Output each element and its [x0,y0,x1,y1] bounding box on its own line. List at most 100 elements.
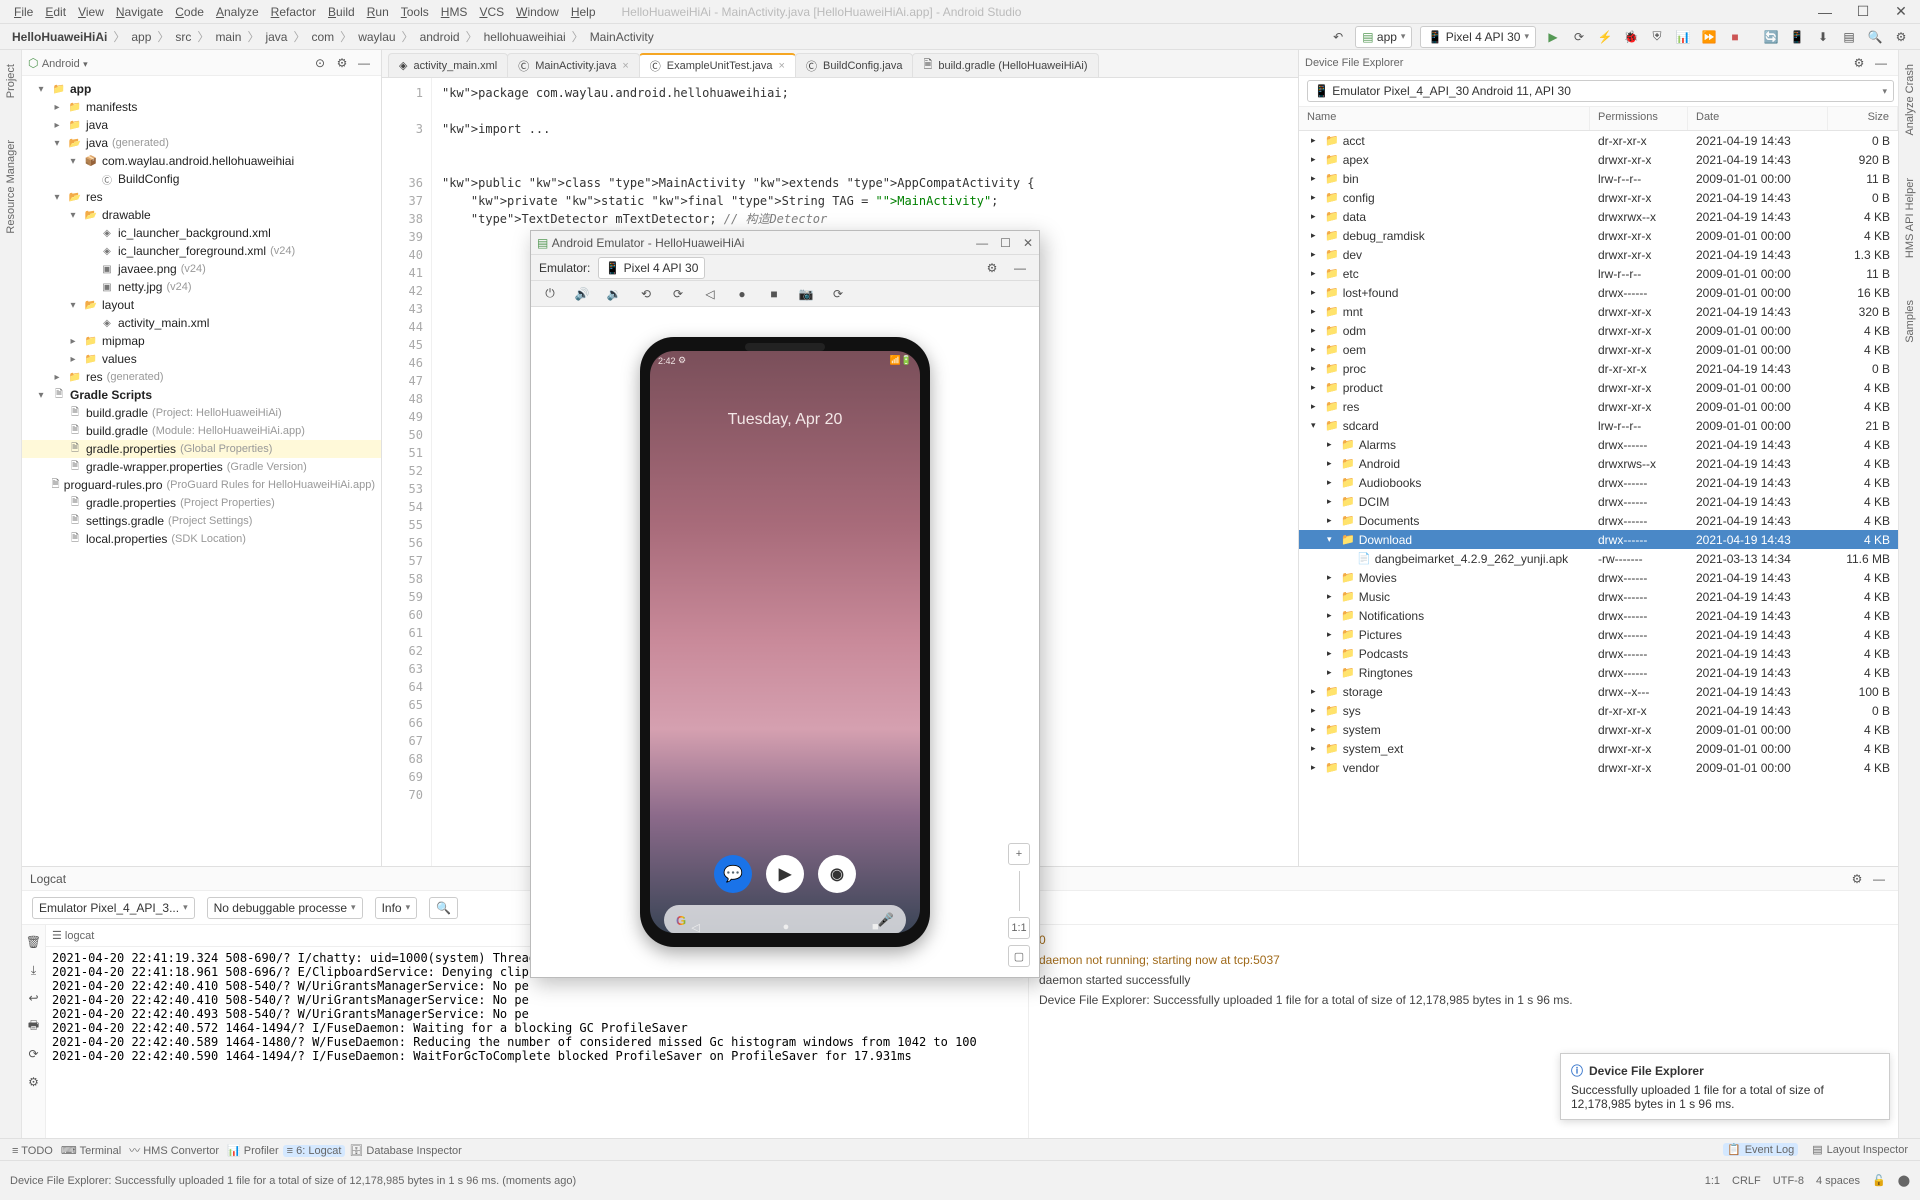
logcat-level-selector[interactable]: Info▾ [375,897,418,919]
logcat-scroll-end-icon[interactable]: ⤓ [23,959,45,981]
menu-hms[interactable]: HMS [435,5,474,19]
file-expand-icon[interactable]: ▸ [1327,591,1337,602]
project-gear-icon[interactable]: ⚙ [331,52,353,74]
file-row[interactable]: ▸📁datadrwxrwx--x2021-04-19 14:434 KB [1299,207,1898,226]
file-row[interactable]: ▸📁Documentsdrwx------2021-04-19 14:434 K… [1299,511,1898,530]
tree-node[interactable]: 🗎build.gradle(Project: HelloHuaweiHiAi) [22,404,381,422]
file-expand-icon[interactable]: ▸ [1311,287,1321,298]
menu-help[interactable]: Help [565,5,602,19]
file-row[interactable]: ▸📁lost+founddrwx------2009-01-01 00:0016… [1299,283,1898,302]
search-everywhere-button[interactable]: 🔍 [1864,26,1886,48]
tree-expand-icon[interactable]: ▸ [66,354,80,365]
layout-inspector-tool-button[interactable]: ▤ Layout Inspector [1808,1143,1912,1156]
run-button[interactable]: ▶ [1542,26,1564,48]
emulator-rotate-left-icon[interactable]: ⟲ [635,283,657,305]
breadcrumb-segment[interactable]: android [416,30,464,44]
file-expand-icon[interactable]: ▸ [1327,610,1337,621]
emulator-maximize-button[interactable]: ☐ [1000,236,1011,250]
file-row[interactable]: ▸📁DCIMdrwx------2021-04-19 14:434 KB [1299,492,1898,511]
file-row[interactable]: ▸📁Moviesdrwx------2021-04-19 14:434 KB [1299,568,1898,587]
tree-node[interactable]: ◈ic_launcher_background.xml [22,224,381,242]
file-expand-icon[interactable]: ▸ [1311,762,1321,773]
sdk-manager-button[interactable]: ⬇ [1812,26,1834,48]
bottom-tool-logcat[interactable]: ≡ 6: Logcat [283,1145,346,1157]
menu-refactor[interactable]: Refactor [265,5,322,19]
file-row[interactable]: ▸📁binlrw-r--r--2009-01-01 00:0011 B [1299,169,1898,188]
breadcrumb-segment[interactable]: src [171,30,195,44]
menu-vcs[interactable]: VCS [473,5,510,19]
menu-window[interactable]: Window [510,5,565,19]
file-expand-icon[interactable]: ▸ [1327,458,1337,469]
tree-node[interactable]: ▣javaee.png(v24) [22,260,381,278]
samples-tool-button[interactable]: Samples [1904,294,1916,349]
readonly-lock-icon[interactable]: 🔓 [1872,1174,1886,1187]
menu-run[interactable]: Run [361,5,395,19]
emulator-back-icon[interactable]: ◁ [699,283,721,305]
file-row[interactable]: ▸📁Picturesdrwx------2021-04-19 14:434 KB [1299,625,1898,644]
file-expand-icon[interactable]: ▸ [1327,667,1337,678]
file-expand-icon[interactable]: ▾ [1311,420,1321,431]
breadcrumb-segment[interactable]: com [308,30,339,44]
file-expand-icon[interactable]: ▸ [1311,325,1321,336]
emulator-zoom-11[interactable]: 1:1 [1008,917,1030,939]
apply-code-changes-button[interactable]: ⚡ [1594,26,1616,48]
file-row[interactable]: ▸📁sysdr-xr-xr-x2021-04-19 14:430 B [1299,701,1898,720]
event-log-tool-button[interactable]: 📋 Event Log [1723,1143,1798,1156]
emulator-rotate-right-icon[interactable]: ⟳ [667,283,689,305]
menu-file[interactable]: File [8,5,39,19]
device-explorer-gear-icon[interactable]: ⚙ [1848,52,1870,74]
coverage-button[interactable]: ⛨ [1646,26,1668,48]
emulator-power-icon[interactable]: ⏻ [539,283,561,305]
line-separator[interactable]: CRLF [1732,1175,1761,1187]
logcat-settings-icon[interactable]: ⚙ [23,1071,45,1093]
logcat-process-selector[interactable]: No debuggable processe▾ [207,897,363,919]
emulator-zoom-fit[interactable]: ▢ [1008,945,1030,967]
file-expand-icon[interactable]: ▸ [1327,439,1337,450]
breadcrumb-segment[interactable]: java [261,30,291,44]
logcat-gear-icon[interactable]: ⚙ [1846,868,1868,890]
device-explorer-device-selector[interactable]: 📱 Emulator Pixel_4_API_30 Android 11, AP… [1307,80,1894,102]
tree-expand-icon[interactable]: ▸ [66,336,80,347]
editor-tab[interactable]: ◈activity_main.xml [388,53,508,77]
tree-node[interactable]: ▸📁java [22,116,381,134]
project-collapse-icon[interactable]: — [353,52,375,74]
file-expand-icon[interactable]: ▸ [1311,249,1321,260]
menu-analyze[interactable]: Analyze [210,5,265,19]
bottom-tool-profiler[interactable]: 📊 Profiler [223,1144,283,1157]
phone-nav-back[interactable]: ◁ [691,921,699,934]
breadcrumb-segment[interactable]: hellohuaweihiai [480,30,570,44]
avd-manager-button[interactable]: 📱 [1786,26,1808,48]
file-row[interactable]: ▸📁Audiobooksdrwx------2021-04-19 14:434 … [1299,473,1898,492]
tab-close-icon[interactable]: × [622,60,628,72]
file-row[interactable]: ▸📁acctdr-xr-xr-x2021-04-19 14:430 B [1299,131,1898,150]
window-minimize-button[interactable]: — [1814,1,1836,23]
file-expand-icon[interactable]: ▸ [1311,173,1321,184]
file-row[interactable]: ▸📁systemdrwxr-xr-x2009-01-01 00:004 KB [1299,720,1898,739]
emulator-screenshot-icon[interactable]: 📷 [795,283,817,305]
menu-code[interactable]: Code [169,5,210,19]
emulator-close-button[interactable]: ✕ [1023,236,1033,250]
tree-node[interactable]: 🗎gradle.properties(Global Properties) [22,440,381,458]
tree-node[interactable]: ⒸBuildConfig [22,170,381,188]
emulator-volume-up-icon[interactable]: 🔊 [571,283,593,305]
profile-button[interactable]: 📊 [1672,26,1694,48]
tree-node[interactable]: ◈activity_main.xml [22,314,381,332]
emulator-settings-icon[interactable]: ⚙ [981,257,1003,279]
logcat-collapse-icon[interactable]: — [1868,868,1890,890]
emulator-tab[interactable]: 📱 Pixel 4 API 30 [598,257,705,279]
phone-nav-overview[interactable]: ■ [872,921,879,933]
file-row[interactable]: ▸📁etclrw-r--r--2009-01-01 00:0011 B [1299,264,1898,283]
phone-nav-home[interactable]: ● [783,921,790,933]
tree-node[interactable]: ▣netty.jpg(v24) [22,278,381,296]
emulator-home-icon[interactable]: ● [731,283,753,305]
hms-api-helper-tool-button[interactable]: HMS API Helper [1904,172,1916,264]
file-expand-icon[interactable]: ▸ [1311,192,1321,203]
analyze-crash-tool-button[interactable]: Analyze Crash [1904,58,1916,142]
file-row[interactable]: ▸📁debug_ramdiskdrwxr-xr-x2009-01-01 00:0… [1299,226,1898,245]
indent-indicator[interactable]: 4 spaces [1816,1175,1860,1187]
file-expand-icon[interactable]: ▸ [1311,306,1321,317]
debug-button[interactable]: 🐞 [1620,26,1642,48]
project-view-selector[interactable]: ⬡ Android ▾ [28,56,88,70]
emulator-window[interactable]: ▤ Android Emulator - HelloHuaweiHiAi — ☐… [530,230,1040,978]
phone-app-chrome[interactable]: ◉ [818,855,856,893]
